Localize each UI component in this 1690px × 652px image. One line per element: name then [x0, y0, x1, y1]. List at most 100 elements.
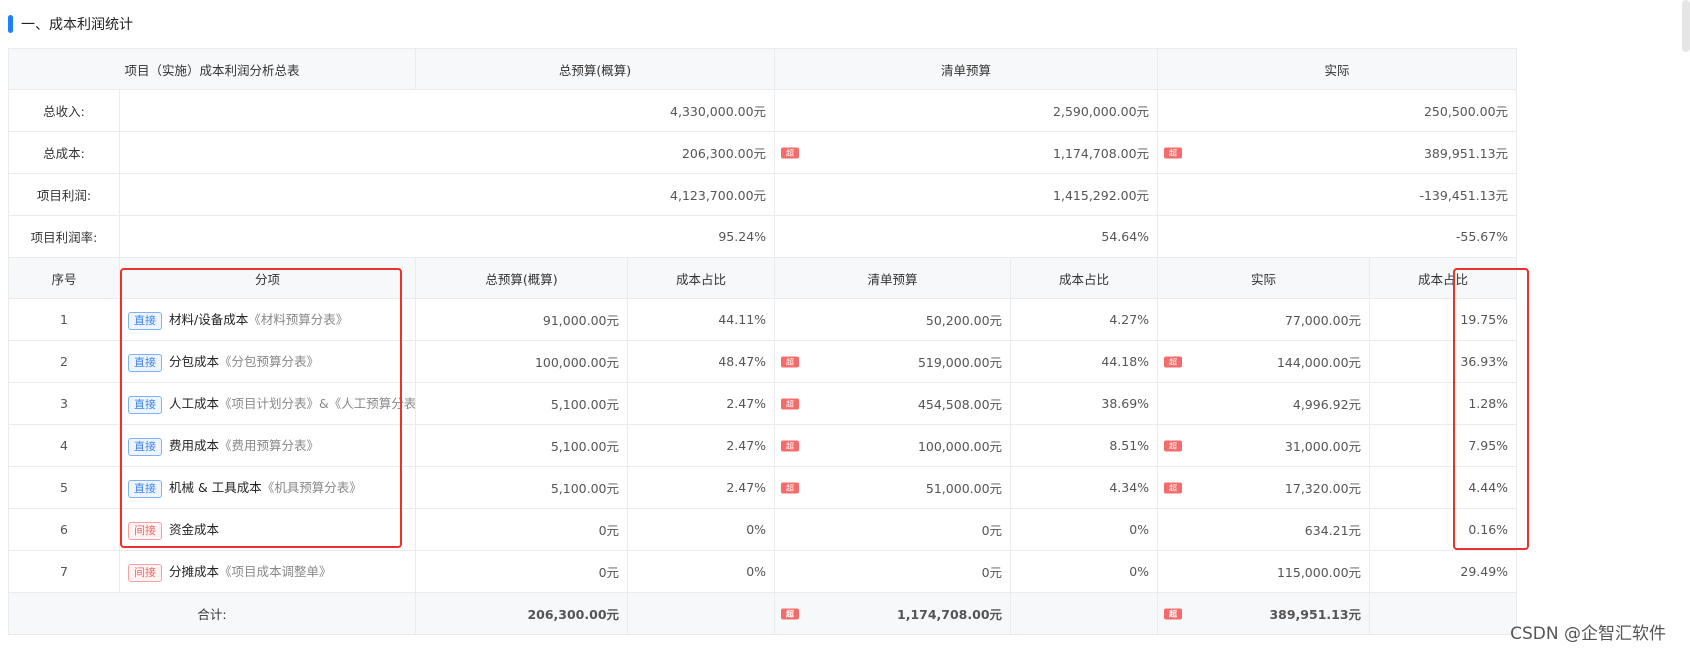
cost-type-tag: 直接 — [128, 480, 162, 498]
summary-list-value: 2,590,000.00元 — [1053, 104, 1150, 119]
cost-type-tag: 间接 — [128, 522, 162, 540]
row-actual-value: 634.21元 — [1304, 523, 1362, 538]
row-budget-pct: 2.47% — [627, 424, 776, 467]
item-ref-link[interactable]: 《机具预算分表》 — [262, 480, 362, 495]
summary-row: 项目利润率: 95.24% 54.64% -55.67% — [8, 215, 1653, 258]
row-list: 超 519,000.00元 — [774, 340, 1012, 383]
row-list-value: 100,000.00元 — [917, 439, 1003, 454]
detail-row: 1 直接 材料/设备成本《材料预算分表》 91,000.00元 44.11% 50,200… — [8, 298, 1653, 341]
row-budget-pct: 48.47% — [627, 340, 776, 383]
item-name: 分摊成本 — [169, 564, 220, 579]
row-budget-pct: 0% — [627, 550, 776, 593]
total-list-pct — [1010, 592, 1159, 635]
header-actual-pct: 成本占比 — [1369, 257, 1518, 299]
summary-actual: -139,451.13元 — [1157, 173, 1518, 216]
row-budget: 0元 — [415, 508, 629, 551]
item-name: 机械 & 工具成本 — [169, 480, 262, 495]
scrollbar[interactable] — [1682, 0, 1690, 52]
header-budget: 总预算(概算) — [415, 257, 629, 299]
summary-list: 54.64% — [774, 215, 1159, 258]
summary-list-value: 1,174,708.00元 — [1053, 146, 1150, 161]
section-title-text: 一、成本利润统计 — [21, 17, 133, 33]
row-list: 超 454,508.00元 — [774, 382, 1012, 425]
summary-header-list: 清单预算 — [774, 48, 1159, 90]
row-list-value: 0元 — [981, 523, 1003, 538]
row-list-value: 51,000.00元 — [925, 481, 1003, 496]
cost-type-tag: 直接 — [128, 354, 162, 372]
item-ref-link[interactable]: 《分包预算分表》 — [219, 354, 319, 369]
summary-actual-value: 389,951.13元 — [1423, 146, 1509, 161]
row-list: 超 100,000.00元 — [774, 424, 1012, 467]
summary-header-actual: 实际 — [1157, 48, 1518, 90]
row-actual: 超 17,320.00元 — [1157, 466, 1371, 509]
row-budget: 100,000.00元 — [415, 340, 629, 383]
detail-row: 7 间接 分摊成本《项目成本调整单》 0元 0% 0元 0% 115,000.00元 29.49… — [8, 550, 1653, 593]
row-list-value: 50,200.00元 — [925, 313, 1003, 328]
item-name: 资金成本 — [169, 522, 220, 537]
row-list-pct: 0% — [1010, 508, 1159, 551]
row-index: 6 — [8, 508, 120, 551]
summary-actual-value: 250,500.00元 — [1423, 104, 1509, 119]
row-list-value: 519,000.00元 — [917, 355, 1003, 370]
section-title-marker — [8, 15, 13, 33]
row-budget: 0元 — [415, 550, 629, 593]
over-budget-flag: 超 — [1164, 440, 1183, 451]
summary-row: 总成本: 206,300.00元超 1,174,708.00元超 389,951.13… — [8, 131, 1653, 174]
section-title: 一、成本利润统计 — [8, 14, 133, 34]
summary-header-row: 项目（实施）成本利润分析总表 总预算(概算) 清单预算 实际 — [7, 48, 1653, 90]
watermark: CSDN @企智汇软件 — [1510, 624, 1666, 644]
total-label: 合计: — [7, 592, 417, 635]
row-list-value: 454,508.00元 — [917, 397, 1003, 412]
over-budget-flag: 超 — [1164, 482, 1183, 493]
row-index: 1 — [8, 298, 120, 341]
summary-budget: 95.24% — [118, 215, 776, 258]
over-budget-flag: 超 — [781, 482, 800, 493]
row-list: 0元 — [774, 508, 1012, 551]
item-ref-link[interactable]: 《费用预算分表》 — [219, 438, 319, 453]
summary-list: 2,590,000.00元 — [774, 89, 1159, 132]
item-ref-link[interactable]: 《材料预算分表》 — [248, 312, 348, 327]
total-list: 超 1,174,708.00元 — [774, 592, 1012, 635]
item-ref-link[interactable]: 《项目计划分表》&《人工预算分表》 — [219, 396, 414, 411]
row-actual-pct: 4.44% — [1369, 466, 1518, 509]
summary-label: 总成本: — [8, 131, 120, 174]
total-row: 合计: 206,300.00元 超 1,174,708.00元 超 389,951.13元 — [7, 592, 1653, 635]
header-list: 清单预算 — [774, 257, 1012, 299]
detail-header-row: 序号 分项 总预算(概算) 成本占比 清单预算 成本占比 实际 成本占比 — [8, 257, 1653, 299]
row-actual-pct: 29.49% — [1369, 550, 1518, 593]
row-list: 0元 — [774, 550, 1012, 593]
summary-label: 项目利润率: — [8, 215, 120, 258]
row-actual-value: 4,996.92元 — [1292, 397, 1362, 412]
over-budget-flag: 超 — [1164, 356, 1183, 367]
detail-row: 6 间接 资金成本 0元 0% 0元 0% 634.21元 0.16% — [8, 508, 1653, 551]
row-list-pct: 4.27% — [1010, 298, 1159, 341]
summary-actual-value: -55.67% — [1455, 229, 1509, 244]
row-actual: 4,996.92元 — [1157, 382, 1371, 425]
row-list-pct: 44.18% — [1010, 340, 1159, 383]
summary-list: 超 1,174,708.00元 — [774, 131, 1159, 174]
row-list: 50,200.00元 — [774, 298, 1012, 341]
row-item: 直接 人工成本《项目计划分表》&《人工预算分表》 — [118, 382, 417, 425]
row-list-value: 0元 — [981, 565, 1003, 580]
cost-type-tag: 直接 — [128, 312, 162, 330]
row-list-pct: 8.51% — [1010, 424, 1159, 467]
summary-list-value: 54.64% — [1101, 229, 1150, 244]
summary-header-budget: 总预算(概算) — [415, 48, 776, 90]
row-actual-value: 144,000.00元 — [1276, 355, 1362, 370]
cost-type-tag: 直接 — [128, 438, 162, 456]
item-name: 费用成本 — [169, 438, 220, 453]
row-actual-value: 77,000.00元 — [1284, 313, 1362, 328]
header-actual: 实际 — [1157, 257, 1371, 299]
item-ref-link[interactable]: 《项目成本调整单》 — [219, 564, 332, 579]
total-list-value: 1,174,708.00元 — [897, 607, 1003, 622]
row-item: 直接 材料/设备成本《材料预算分表》 — [118, 298, 417, 341]
summary-row: 总收入: 4,330,000.00元 2,590,000.00元 250,500.00… — [8, 89, 1653, 132]
row-index: 5 — [8, 466, 120, 509]
summary-header-title: 项目（实施）成本利润分析总表 — [7, 48, 417, 90]
row-list-pct: 38.69% — [1010, 382, 1159, 425]
summary-actual: 超 389,951.13元 — [1157, 131, 1518, 174]
cost-type-tag: 间接 — [128, 564, 162, 582]
detail-row: 4 直接 费用成本《费用预算分表》 5,100.00元 2.47% 超 100,000.00… — [8, 424, 1653, 467]
row-actual: 634.21元 — [1157, 508, 1371, 551]
over-budget-flag: 超 — [1164, 608, 1183, 619]
